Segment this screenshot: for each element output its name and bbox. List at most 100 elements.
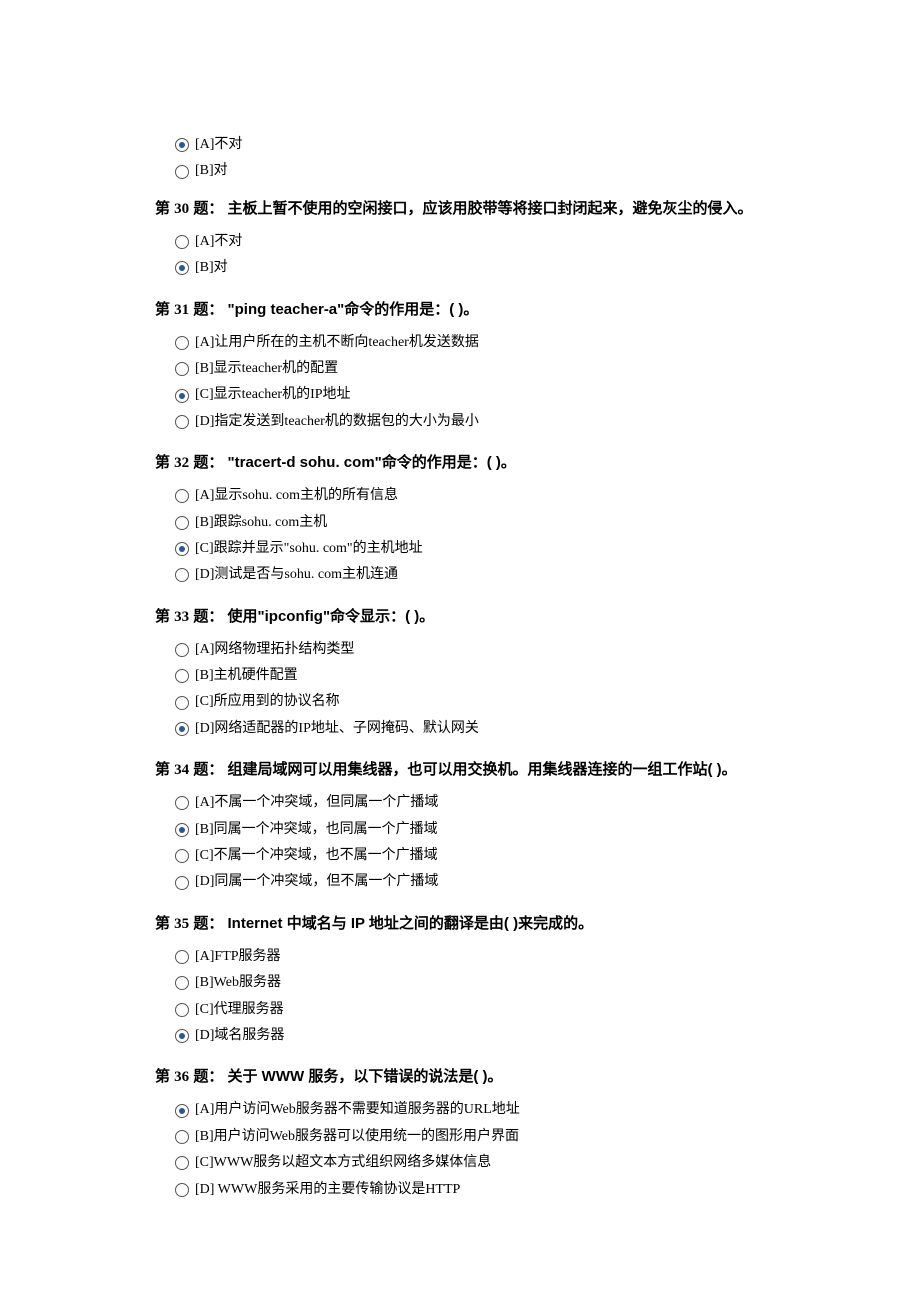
radio-icon[interactable] [175,950,189,964]
option-row[interactable]: [D]测试是否与sohu. com主机连通 [175,564,765,586]
option-text: [B]对 [195,160,228,182]
question-prefix: 第 [155,301,174,318]
radio-icon[interactable] [175,876,189,890]
question-suffix: 题： [189,761,227,778]
option-row[interactable]: [A]显示sohu. com主机的所有信息 [175,485,765,507]
options-list: [A]让用户所在的主机不断向teacher机发送数据 [B]显示teacher机的… [155,332,765,434]
option-row[interactable]: [B]用户访问Web服务器可以使用统一的图形用户界面 [175,1126,765,1148]
option-text: [C]显示teacher机的IP地址 [195,384,351,406]
question-text: 组建局域网可以用集线器，也可以用交换机。用集线器连接的一组工作站( )。 [228,761,737,778]
radio-icon[interactable] [175,722,189,736]
question-prefix: 第 [155,1068,174,1085]
option-row[interactable]: [A]不对 [175,231,765,253]
question-block: 第 36 题： 关于 WWW 服务，以下错误的说法是( )。[A]用户访问Web… [155,1065,765,1201]
radio-icon[interactable] [175,415,189,429]
radio-icon[interactable] [175,696,189,710]
radio-icon[interactable] [175,568,189,582]
question-number: 32 [174,455,189,471]
radio-icon[interactable] [175,516,189,530]
option-row[interactable]: [B]显示teacher机的配置 [175,358,765,380]
option-row[interactable]: [A]网络物理拓扑结构类型 [175,639,765,661]
option-row[interactable]: [A]用户访问Web服务器不需要知道服务器的URL地址 [175,1099,765,1121]
question-suffix: 题： [189,1068,227,1085]
options-list: [A]显示sohu. com主机的所有信息 [B]跟踪sohu. com主机 [C]… [155,485,765,587]
options-list: [A]不属一个冲突域，但同属一个广播域 [B]同属一个冲突域，也同属一个广播域 [C… [155,792,765,894]
quiz-page: [A]不对 [B]对 第 30 题： 主板上暂不使用的空闲接口，应该用胶带等将接口… [0,0,920,1299]
option-row[interactable]: [B]对 [175,257,765,279]
question-block: 第 30 题： 主板上暂不使用的空闲接口，应该用胶带等将接口封闭起来，避免灰尘的… [155,197,765,280]
option-row[interactable]: [D]网络适配器的IP地址、子网掩码、默认网关 [175,718,765,740]
option-text: [C]WWW服务以超文本方式组织网络多媒体信息 [195,1152,491,1174]
radio-icon[interactable] [175,235,189,249]
question-block: 第 32 题： "tracert-d sohu. com"命令的作用是：( )。… [155,451,765,587]
radio-icon[interactable] [175,138,189,152]
radio-icon[interactable] [175,976,189,990]
option-row[interactable]: [C]显示teacher机的IP地址 [175,384,765,406]
option-row[interactable]: [C]所应用到的协议名称 [175,691,765,713]
questions-container: 第 30 题： 主板上暂不使用的空闲接口，应该用胶带等将接口封闭起来，避免灰尘的… [155,197,765,1201]
radio-icon[interactable] [175,389,189,403]
option-row[interactable]: [B]同属一个冲突域，也同属一个广播域 [175,819,765,841]
question-suffix: 题： [189,301,227,318]
question-text: 关于 WWW 服务，以下错误的说法是( )。 [228,1068,503,1085]
option-row[interactable]: [D] WWW服务采用的主要传输协议是HTTP [175,1179,765,1201]
option-row[interactable]: [B]跟踪sohu. com主机 [175,512,765,534]
options-list: [A]FTP服务器 [B]Web服务器 [C]代理服务器 [D]域名服务器 [155,946,765,1048]
options-list: [A]不对 [B]对 [155,231,765,280]
option-text: [B]跟踪sohu. com主机 [195,512,327,534]
radio-icon[interactable] [175,1156,189,1170]
option-text: [B]用户访问Web服务器可以使用统一的图形用户界面 [195,1126,519,1148]
orphan-options-block: [A]不对 [B]对 [155,134,765,183]
radio-icon[interactable] [175,643,189,657]
question-prefix: 第 [155,915,174,932]
option-row[interactable]: [B]Web服务器 [175,972,765,994]
radio-icon[interactable] [175,823,189,837]
option-row[interactable]: [C]代理服务器 [175,999,765,1021]
radio-icon[interactable] [175,165,189,179]
question-prefix: 第 [155,200,174,217]
radio-icon[interactable] [175,489,189,503]
orphan-option[interactable]: [A]不对 [175,134,765,156]
option-row[interactable]: [A]不属一个冲突域，但同属一个广播域 [175,792,765,814]
option-row[interactable]: [D]同属一个冲突域，但不属一个广播域 [175,871,765,893]
radio-icon[interactable] [175,1183,189,1197]
question-text: 使用"ipconfig"命令显示：( )。 [228,608,435,625]
radio-icon[interactable] [175,1029,189,1043]
option-text: [C]所应用到的协议名称 [195,691,340,713]
option-text: [D] WWW服务采用的主要传输协议是HTTP [195,1179,460,1201]
option-text: [A]网络物理拓扑结构类型 [195,639,354,661]
radio-icon[interactable] [175,849,189,863]
option-text: [D]同属一个冲突域，但不属一个广播域 [195,871,438,893]
option-text: [B]主机硬件配置 [195,665,298,687]
radio-icon[interactable] [175,1003,189,1017]
radio-icon[interactable] [175,669,189,683]
option-row[interactable]: [C]WWW服务以超文本方式组织网络多媒体信息 [175,1152,765,1174]
radio-icon[interactable] [175,1130,189,1144]
option-text: [D]网络适配器的IP地址、子网掩码、默认网关 [195,718,479,740]
question-number: 34 [174,762,189,778]
orphan-option[interactable]: [B]对 [175,160,765,182]
option-text: [A]FTP服务器 [195,946,281,968]
option-row[interactable]: [A]让用户所在的主机不断向teacher机发送数据 [175,332,765,354]
option-text: [B]显示teacher机的配置 [195,358,338,380]
question-block: 第 31 题： "ping teacher-a"命令的作用是：( )。 [A]让用… [155,298,765,434]
radio-icon[interactable] [175,1104,189,1118]
radio-icon[interactable] [175,362,189,376]
option-row[interactable]: [C]不属一个冲突域，也不属一个广播域 [175,845,765,867]
question-text: "ping teacher-a"命令的作用是：( )。 [228,301,479,318]
radio-icon[interactable] [175,261,189,275]
option-row[interactable]: [B]主机硬件配置 [175,665,765,687]
question-suffix: 题： [189,200,227,217]
option-row[interactable]: [C]跟踪并显示"sohu. com"的主机地址 [175,538,765,560]
radio-icon[interactable] [175,796,189,810]
option-row[interactable]: [A]FTP服务器 [175,946,765,968]
option-row[interactable]: [D]指定发送到teacher机的数据包的大小为最小 [175,411,765,433]
question-block: 第 33 题： 使用"ipconfig"命令显示：( )。[A]网络物理拓扑结构… [155,605,765,741]
option-text: [B]Web服务器 [195,972,281,994]
question-title: 第 31 题： "ping teacher-a"命令的作用是：( )。 [155,298,765,322]
option-text: [A]用户访问Web服务器不需要知道服务器的URL地址 [195,1099,520,1121]
question-number: 35 [174,916,189,932]
radio-icon[interactable] [175,542,189,556]
option-row[interactable]: [D]域名服务器 [175,1025,765,1047]
radio-icon[interactable] [175,336,189,350]
